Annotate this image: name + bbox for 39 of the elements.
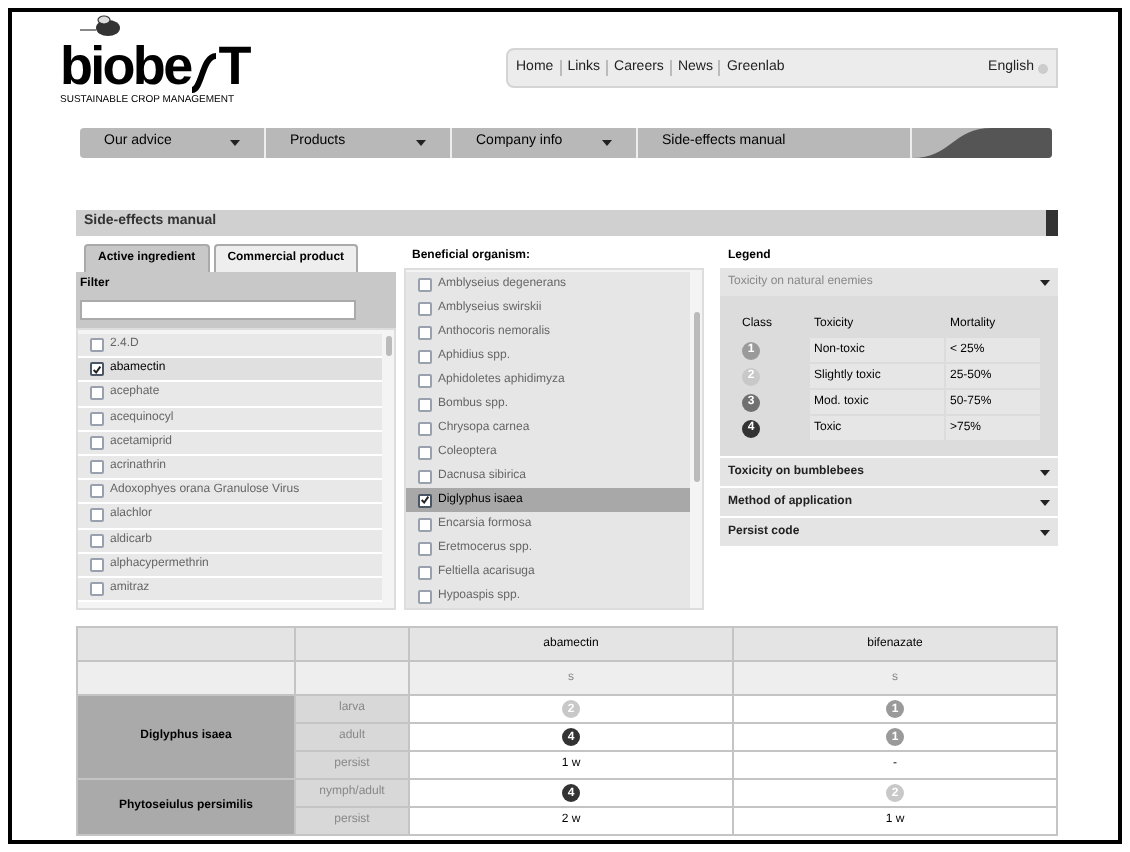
- caret-icon: [1040, 529, 1050, 535]
- logo-wordmark: T: [218, 40, 252, 94]
- checkbox[interactable]: [90, 533, 104, 548]
- checkbox[interactable]: [90, 557, 104, 572]
- checkbox[interactable]: [418, 517, 432, 531]
- checkbox[interactable]: [418, 469, 432, 483]
- checkbox[interactable]: [90, 338, 104, 353]
- filter-field[interactable]: [80, 300, 356, 320]
- checkbox[interactable]: [418, 421, 432, 435]
- checkbox[interactable]: [90, 435, 104, 450]
- logo-wordmark: biobe: [60, 40, 191, 94]
- checkbox[interactable]: [90, 411, 104, 426]
- checkbox[interactable]: [90, 508, 104, 523]
- caret-icon: [416, 140, 426, 146]
- checkbox[interactable]: [90, 484, 104, 499]
- checkbox[interactable]: [418, 493, 432, 507]
- bar-end-block: [1046, 210, 1058, 236]
- caret-icon: [602, 140, 612, 146]
- checkbox[interactable]: [90, 581, 104, 596]
- checkbox[interactable]: [418, 301, 432, 315]
- checkbox[interactable]: [418, 349, 432, 363]
- checkbox[interactable]: [418, 565, 432, 579]
- swoosh-icon: [912, 128, 1052, 158]
- checkbox[interactable]: [90, 362, 104, 377]
- checkbox[interactable]: [90, 386, 104, 401]
- checkbox[interactable]: [418, 325, 432, 339]
- checkbox[interactable]: [418, 397, 432, 411]
- checkbox[interactable]: [418, 445, 432, 459]
- checkbox[interactable]: [418, 541, 432, 555]
- swoosh-icon: [190, 50, 219, 94]
- caret-icon: [230, 140, 240, 146]
- caret-icon: [1040, 499, 1050, 505]
- bee-icon: [80, 12, 124, 40]
- checkbox[interactable]: [90, 460, 104, 475]
- caret-icon: [1040, 469, 1050, 475]
- checkbox[interactable]: [418, 277, 432, 291]
- checkbox[interactable]: [418, 589, 432, 603]
- checkbox[interactable]: [418, 373, 432, 387]
- caret-icon: [1040, 279, 1050, 285]
